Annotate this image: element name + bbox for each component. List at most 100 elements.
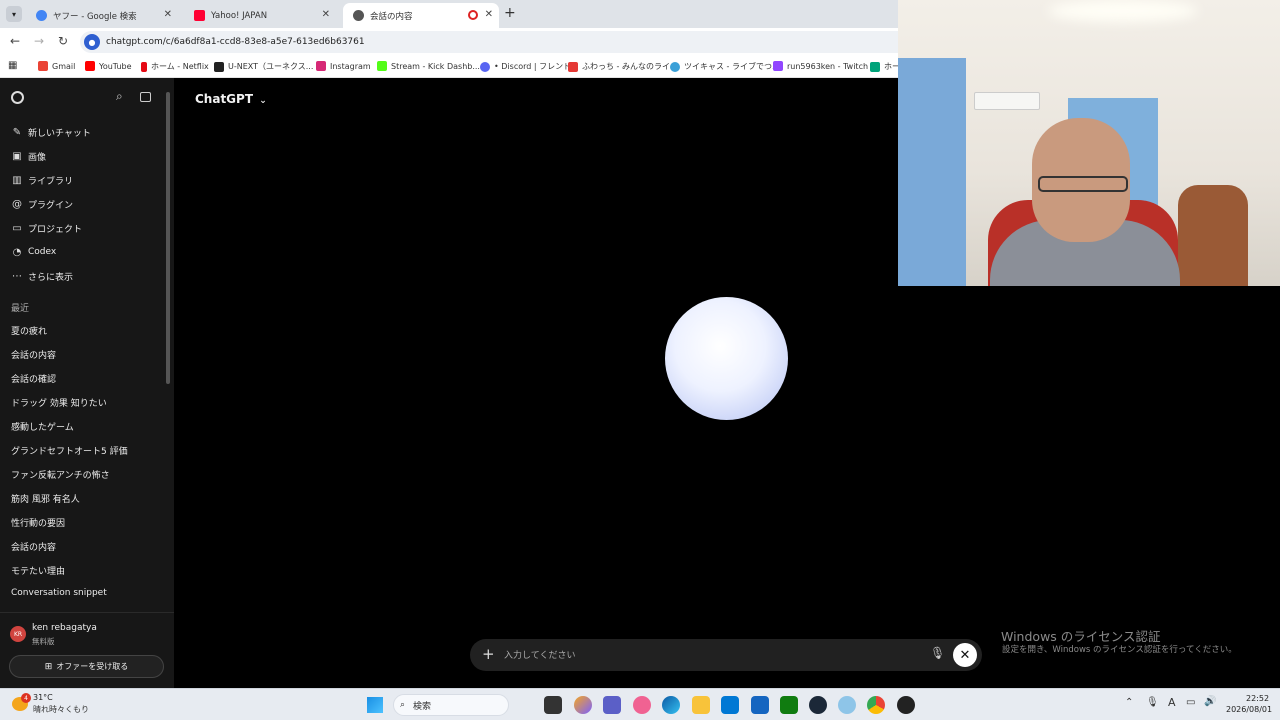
address-bar[interactable]: ● chatgpt.com/c/6a6df8a1-ccd8-83e8-a5e7-… xyxy=(80,31,898,53)
folder-icon: ▭ xyxy=(12,223,22,234)
teams-icon[interactable] xyxy=(603,696,621,714)
recent-chat-item[interactable]: ドラッグ 効果 知りたい xyxy=(11,396,107,409)
user-name[interactable]: ken rebagatya xyxy=(32,623,97,633)
microphone-icon[interactable]: 🎙 xyxy=(1146,697,1159,708)
obs-icon[interactable] xyxy=(897,696,915,714)
microphone-icon[interactable]: 🎙 xyxy=(930,646,945,660)
bookmark-instagram[interactable]: Instagram xyxy=(316,61,371,71)
copilot-icon[interactable] xyxy=(574,696,592,714)
recording-icon xyxy=(468,10,478,20)
chevron-up-icon[interactable]: ⌃ xyxy=(1125,697,1133,708)
sidebar: ⌕ ✎ 新しいチャット ▣ 画像 ▥ ライブラリ @ プラグイン ▭ プロジェクト ◔ Co… xyxy=(0,78,174,688)
sidebar-item-library[interactable]: ▥ ライブラリ xyxy=(11,174,73,187)
tab-google-search[interactable]: ヤフー - Google 検索 ✕ xyxy=(26,3,180,28)
recent-chat-item[interactable]: モテたい理由 xyxy=(11,564,65,577)
unext-icon xyxy=(214,61,224,72)
network-icon[interactable]: ▭ xyxy=(1186,697,1195,708)
sidebar-toggle-icon[interactable] xyxy=(140,92,151,102)
new-tab-button[interactable]: + xyxy=(504,5,516,21)
ceiling-light xyxy=(1048,0,1198,22)
recent-chat-item[interactable]: 性行動の要因 xyxy=(11,516,65,529)
reload-icon[interactable]: ↻ xyxy=(58,34,68,48)
plugin-icon: @ xyxy=(12,199,22,210)
ime-icon[interactable]: A xyxy=(1168,696,1176,709)
model-selector[interactable]: ChatGPT ⌄ xyxy=(195,92,267,106)
weather-description[interactable]: 晴れ時々くもり xyxy=(33,704,89,715)
recent-chat-item[interactable]: ファン反転アンチの怖さ xyxy=(11,468,110,481)
apps-grid-icon[interactable]: ▦ xyxy=(8,60,17,71)
app-icon[interactable] xyxy=(838,696,856,714)
taskbar-search[interactable]: ⌕ 検索 xyxy=(393,694,509,716)
weather-temperature[interactable]: 31°C xyxy=(33,693,53,702)
bookmark-discord[interactable]: • Discord | フレンド xyxy=(480,61,571,72)
add-attachment-icon[interactable]: + xyxy=(482,645,495,663)
tab-search-dropdown[interactable]: ▾ xyxy=(6,6,22,22)
openai-logo-icon[interactable] xyxy=(11,91,24,104)
chat-input[interactable] xyxy=(504,646,924,664)
bookmark-kick[interactable]: Stream - Kick Dashb... xyxy=(377,61,480,71)
recent-chat-item[interactable]: 会話の内容 xyxy=(11,348,56,361)
recent-chat-item[interactable]: グランドセフトオート5 評価 xyxy=(11,444,128,457)
clock-date[interactable]: 2026/08/01 xyxy=(1226,705,1272,714)
volume-icon[interactable]: 🔊 xyxy=(1204,696,1216,707)
sidebar-item-new-chat[interactable]: ✎ 新しいチャット xyxy=(11,126,91,139)
avatar[interactable]: KR xyxy=(10,626,26,642)
app-icon[interactable] xyxy=(633,696,651,714)
chrome-icon[interactable] xyxy=(867,696,885,714)
claim-offer-button[interactable]: ⊞ オファーを受け取る xyxy=(9,655,164,678)
sidebar-item-codex[interactable]: ◔ Codex xyxy=(11,246,57,258)
search-icon[interactable]: ⌕ xyxy=(116,89,123,104)
recent-chat-item[interactable]: 感動したゲーム xyxy=(11,420,74,433)
close-tab-icon[interactable]: ✕ xyxy=(485,9,493,20)
webcam-overlay xyxy=(898,0,1280,286)
tab-label: ヤフー - Google 検索 xyxy=(53,11,137,22)
recent-chat-item[interactable]: 会話の確認 xyxy=(11,372,56,385)
url-text[interactable]: chatgpt.com/c/6a6df8a1-ccd8-83e8-a5e7-61… xyxy=(106,37,365,47)
close-tab-icon[interactable]: ✕ xyxy=(322,9,330,20)
end-voice-button[interactable]: ✕ xyxy=(953,643,977,667)
bookmark-twitch[interactable]: run5963ken - Twitch xyxy=(773,61,868,71)
glasses xyxy=(1038,176,1128,192)
close-tab-icon[interactable]: ✕ xyxy=(164,9,172,20)
back-icon[interactable]: ← xyxy=(10,34,20,48)
start-icon[interactable] xyxy=(367,697,383,713)
forward-icon[interactable]: → xyxy=(34,34,44,48)
sidebar-scrollbar[interactable] xyxy=(166,92,170,384)
fuwacchi-icon xyxy=(568,61,578,72)
steam-icon[interactable] xyxy=(809,696,827,714)
outlook-icon[interactable] xyxy=(751,696,769,714)
netflix-icon xyxy=(141,61,147,72)
edge-icon[interactable] xyxy=(662,696,680,714)
mic-permission-icon[interactable]: ● xyxy=(84,34,100,50)
new-chat-icon: ✎ xyxy=(12,127,22,138)
sidebar-item-images[interactable]: ▣ 画像 xyxy=(11,150,46,163)
sidebar-item-plugins[interactable]: @ プラグイン xyxy=(11,198,73,211)
recent-chat-item[interactable]: 筋肉 風邪 有名人 xyxy=(11,492,80,505)
yahoo-icon xyxy=(194,10,205,21)
store-icon[interactable] xyxy=(721,696,739,714)
bookmark-netflix[interactable]: ホーム - Netflix xyxy=(141,61,209,72)
sidebar-item-projects[interactable]: ▭ プロジェクト xyxy=(11,222,82,235)
windows-activation-subtitle: 設定を開き、Windows のライセンス認証を行ってください。 xyxy=(1002,645,1237,655)
sidebar-item-more[interactable]: ⋯ さらに表示 xyxy=(11,270,73,283)
bookmarks-bar: ▦ Gmail YouTube ホーム - Netflix U-NEXT（ユーネ… xyxy=(0,56,908,78)
tab-chatgpt[interactable]: 会話の内容 ✕ xyxy=(343,3,499,28)
bookmark-twitcasting[interactable]: ツイキャス - ライブでつ... xyxy=(670,61,780,72)
home-icon xyxy=(870,61,880,72)
bookmark-gmail[interactable]: Gmail xyxy=(38,61,75,71)
chatgpt-icon xyxy=(353,10,364,21)
xbox-icon[interactable] xyxy=(780,696,798,714)
recent-header: 最近 xyxy=(11,304,30,314)
recent-chat-item[interactable]: 会話の内容 xyxy=(11,540,56,553)
google-icon xyxy=(36,10,47,21)
clock-time[interactable]: 22:52 xyxy=(1246,694,1269,703)
bookmark-unext[interactable]: U-NEXT（ユーネクス... xyxy=(214,61,313,72)
file-explorer-icon[interactable] xyxy=(692,696,710,714)
discord-icon xyxy=(480,61,490,72)
bookmark-fuwacchi[interactable]: ふわっち - みんなのライ... xyxy=(568,61,678,72)
task-view-icon[interactable] xyxy=(544,696,562,714)
recent-chat-item[interactable]: Conversation snippet xyxy=(11,588,107,598)
tab-yahoo[interactable]: Yahoo! JAPAN ✕ xyxy=(184,3,338,28)
bookmark-youtube[interactable]: YouTube xyxy=(85,61,132,71)
recent-chat-item[interactable]: 夏の疲れ xyxy=(11,324,47,337)
